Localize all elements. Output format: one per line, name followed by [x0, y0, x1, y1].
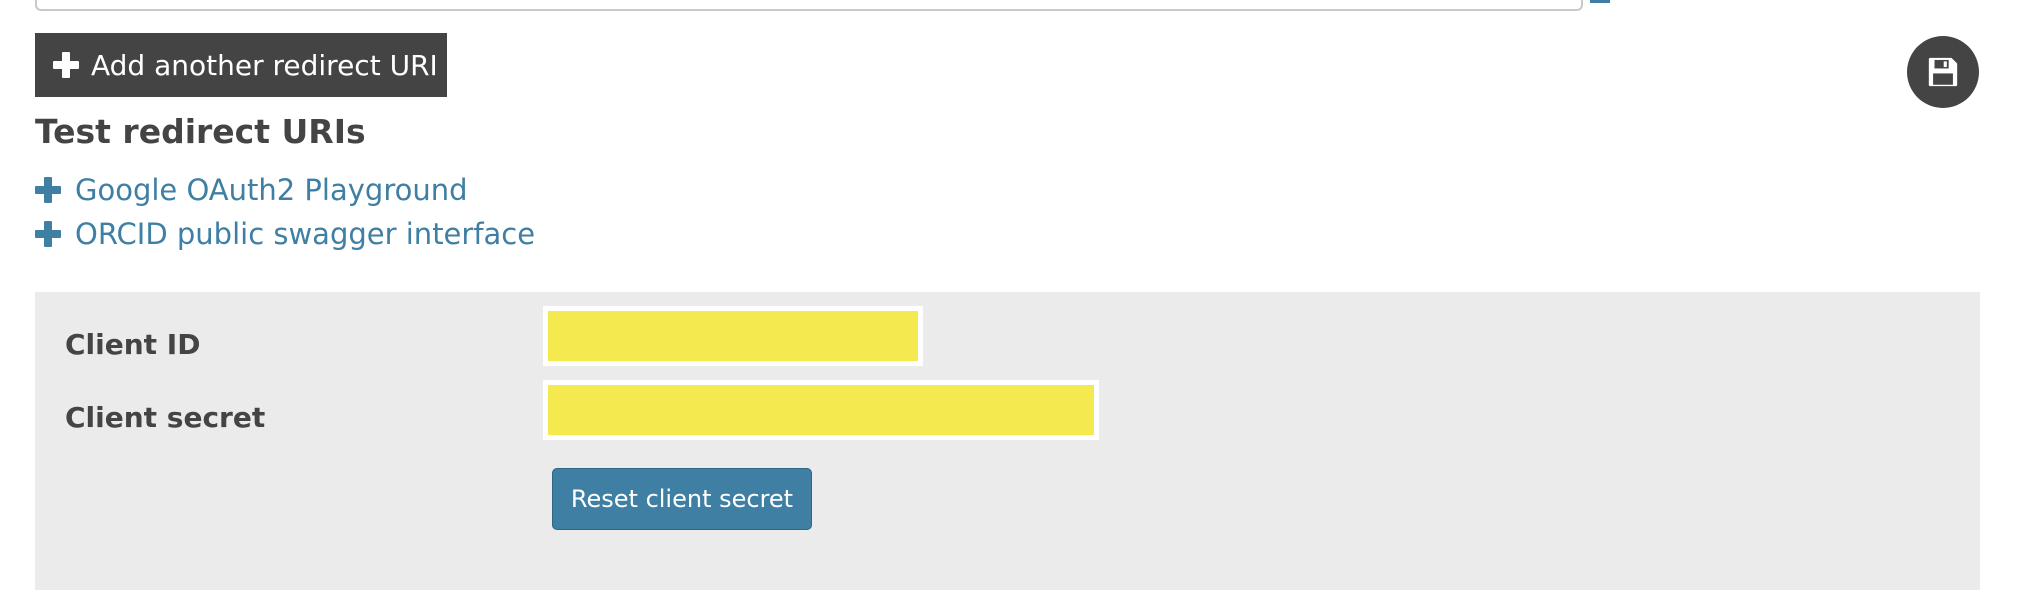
remove-uri-icon[interactable]	[1590, 0, 1610, 3]
google-oauth2-playground-label: Google OAuth2 Playground	[75, 173, 468, 207]
app-credentials-page: Add another redirect URI Test redirect U…	[0, 0, 2018, 600]
add-redirect-uri-label: Add another redirect URI	[91, 48, 438, 82]
client-id-value	[543, 306, 923, 366]
plus-icon	[35, 221, 61, 247]
reset-client-secret-button[interactable]: Reset client secret	[552, 468, 812, 530]
save-button[interactable]	[1907, 36, 1979, 108]
add-redirect-uri-button[interactable]: Add another redirect URI	[35, 33, 447, 97]
test-redirect-uris-heading: Test redirect URIs	[35, 112, 366, 151]
client-secret-value	[543, 380, 1099, 440]
plus-icon	[53, 52, 79, 78]
client-credentials-panel: Client ID Client secret Reset client sec…	[35, 292, 1980, 590]
client-id-label: Client ID	[65, 328, 201, 361]
redirect-uri-input[interactable]	[35, 0, 1583, 11]
client-secret-label: Client secret	[65, 401, 266, 434]
plus-icon	[35, 177, 61, 203]
orcid-swagger-link[interactable]: ORCID public swagger interface	[35, 217, 535, 251]
google-oauth2-playground-link[interactable]: Google OAuth2 Playground	[35, 173, 468, 207]
orcid-swagger-label: ORCID public swagger interface	[75, 217, 536, 251]
floppy-disk-icon	[1928, 57, 1958, 87]
